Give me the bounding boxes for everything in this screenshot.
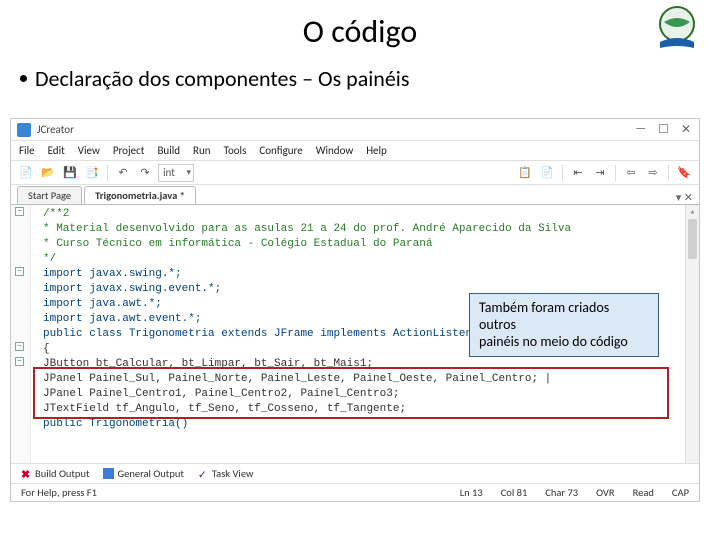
tab-label: Build Output [35, 467, 89, 480]
callout-line2: painéis no meio do código [479, 334, 649, 351]
code-line: JPanel Painel_Sul, Painel_Norte, Painel_… [43, 372, 699, 387]
minimize-button[interactable]: — [635, 122, 646, 137]
menu-configure[interactable]: Configure [259, 144, 302, 157]
save-all-icon[interactable]: 📑 [83, 164, 101, 182]
separator [562, 165, 563, 181]
statusbar: For Help, press F1 Ln 13 Col 81 Char 73 … [11, 483, 699, 501]
indent-icon[interactable]: ⇥ [591, 164, 609, 182]
code-line: * Curso Técnico em informática - Colégio… [43, 237, 699, 252]
status-help: For Help, press F1 [17, 486, 101, 499]
tab-trigonometria[interactable]: Trigonometria.java * [84, 186, 196, 204]
scroll-up-icon[interactable]: ▴ [686, 205, 699, 219]
gutter: − − − − [11, 205, 31, 463]
status-char: Char 73 [541, 486, 582, 499]
code-line: JTextField tf_Angulo, tf_Seno, tf_Cossen… [43, 402, 699, 417]
status-read: Read [629, 486, 658, 499]
code-editor[interactable]: − − − − /**2 * Material desenvolvido par… [11, 205, 699, 463]
separator [107, 165, 108, 181]
fold-icon[interactable]: − [15, 357, 24, 366]
nav-back-icon[interactable]: ⇦ [622, 164, 640, 182]
vertical-scrollbar[interactable]: ▴ [685, 205, 699, 463]
separator [668, 165, 669, 181]
tab-start-page[interactable]: Start Page [17, 186, 82, 204]
menu-view[interactable]: View [78, 144, 100, 157]
app-icon [17, 123, 31, 137]
tab-general-output[interactable]: General Output [99, 467, 187, 480]
redo-icon[interactable]: ↷ [136, 164, 154, 182]
menu-window[interactable]: Window [316, 144, 354, 157]
menu-build[interactable]: Build [157, 144, 180, 157]
fold-icon[interactable]: − [15, 267, 24, 276]
code-line: */ [43, 252, 699, 267]
menu-project[interactable]: Project [113, 144, 145, 157]
nav-forward-icon[interactable]: ⇨ [644, 164, 662, 182]
code-line: /**2 [43, 207, 699, 222]
institution-logo [654, 4, 700, 50]
slide-title: O código [20, 12, 700, 51]
copy-icon[interactable]: 📋 [516, 164, 534, 182]
fold-icon[interactable]: − [15, 342, 24, 351]
code-line: JPanel Painel_Centro1, Painel_Centro2, P… [43, 387, 699, 402]
bottom-panel-tabs: ✖ Build Output General Output ✓ Task Vie… [11, 463, 699, 483]
tabbar-dropdown-icon[interactable]: ▾ ✕ [676, 191, 693, 204]
titlebar: JCreator — ☐ ✕ [11, 119, 699, 141]
error-icon: ✖ [21, 468, 32, 479]
code-line: * Material desenvolvido para as asulas 2… [43, 222, 699, 237]
tab-task-view[interactable]: ✓ Task View [194, 467, 258, 480]
status-col: Col 81 [497, 486, 532, 499]
tab-label: General Output [117, 467, 183, 480]
toolbar: 📄 📂 💾 📑 ↶ ↷ int 📋 📄 ⇤ ⇥ ⇦ ⇨ 🔖 [11, 161, 699, 185]
undo-icon[interactable]: ↶ [114, 164, 132, 182]
open-icon[interactable]: 📂 [39, 164, 57, 182]
tab-label: Task View [212, 467, 254, 480]
separator [615, 165, 616, 181]
annotation-callout: Também foram criados outros painéis no m… [469, 293, 659, 357]
menubar: File Edit View Project Build Run Tools C… [11, 141, 699, 161]
bullet-text: Declaração dos componentes – Os painéis [35, 65, 409, 92]
status-ovr: OVR [592, 486, 618, 499]
scrollbar-thumb[interactable] [688, 219, 697, 259]
task-icon: ✓ [198, 468, 209, 479]
type-dropdown[interactable]: int [158, 164, 194, 182]
fold-icon[interactable]: − [15, 207, 24, 216]
outdent-icon[interactable]: ⇤ [569, 164, 587, 182]
output-icon [103, 468, 114, 479]
paste-icon[interactable]: 📄 [538, 164, 556, 182]
code-line: public Trigonometria() [43, 417, 699, 432]
maximize-button[interactable]: ☐ [658, 122, 669, 137]
save-icon[interactable]: 💾 [61, 164, 79, 182]
app-name: JCreator [37, 123, 629, 136]
window-controls: — ☐ ✕ [635, 122, 691, 137]
menu-file[interactable]: File [19, 144, 35, 157]
tab-label: Trigonometria.java * [95, 189, 185, 202]
menu-tools[interactable]: Tools [224, 144, 247, 157]
status-ln: Ln 13 [456, 486, 487, 499]
bullet-dot [20, 75, 27, 82]
tab-label: Start Page [28, 189, 71, 202]
close-button[interactable]: ✕ [681, 122, 691, 137]
status-caps: CAP [668, 486, 693, 499]
callout-line1: Também foram criados outros [479, 300, 649, 334]
code-line: JButton bt_Calcular, bt_Limpar, bt_Sair,… [43, 357, 699, 372]
code-line: import javax.swing.*; [43, 267, 699, 282]
menu-edit[interactable]: Edit [48, 144, 65, 157]
menu-run[interactable]: Run [193, 144, 211, 157]
bookmark-icon[interactable]: 🔖 [675, 164, 693, 182]
editor-tabbar: Start Page Trigonometria.java * ▾ ✕ [11, 185, 699, 205]
new-file-icon[interactable]: 📄 [17, 164, 35, 182]
ide-window: JCreator — ☐ ✕ File Edit View Project Bu… [10, 118, 700, 502]
tab-build-output[interactable]: ✖ Build Output [17, 467, 93, 480]
menu-help[interactable]: Help [366, 144, 387, 157]
dropdown-value: int [163, 166, 175, 179]
bullet-item: Declaração dos componentes – Os painéis [20, 65, 700, 92]
